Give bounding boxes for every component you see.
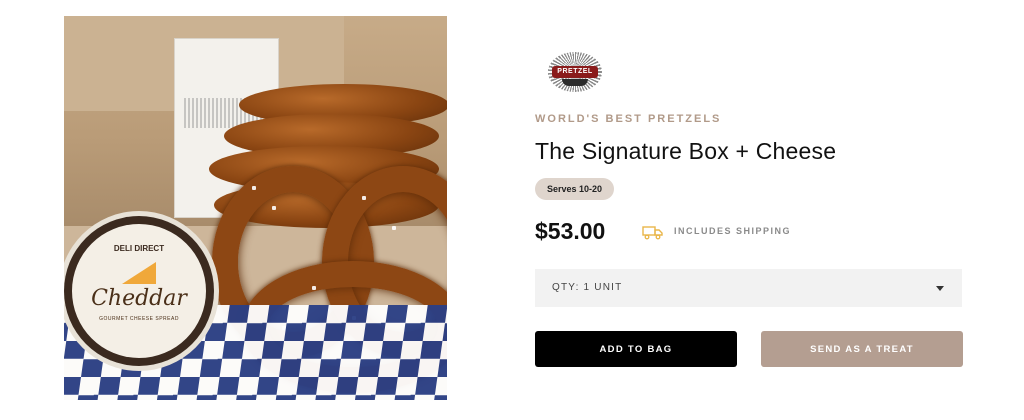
product-image: DELI DIRECT Cheddar GOURMET CHEESE SPREA… xyxy=(64,16,447,400)
cheese-tub-brand: DELI DIRECT xyxy=(113,244,165,253)
truck-icon xyxy=(642,226,663,240)
logo-text: PRETZEL xyxy=(552,66,598,78)
send-as-treat-button[interactable]: SEND AS A TREAT xyxy=(761,331,963,367)
quantity-select[interactable]: QTY: 1 UNIT xyxy=(535,269,962,307)
logo-base xyxy=(562,79,588,86)
brand-logo: PRETZEL xyxy=(548,52,602,92)
add-to-bag-button[interactable]: ADD TO BAG xyxy=(535,331,737,367)
chevron-down-icon xyxy=(936,286,944,291)
shipping-note: INCLUDES SHIPPING xyxy=(674,226,792,236)
serves-badge: Serves 10-20 xyxy=(535,178,615,200)
cheese-tub-flavor: Cheddar xyxy=(91,286,187,311)
product-price: $53.00 xyxy=(535,218,606,244)
quantity-select-value: QTY: 1 UNIT xyxy=(552,282,623,293)
product-eyebrow: WORLD'S BEST PRETZELS xyxy=(535,113,722,125)
cheese-tub: DELI DIRECT Cheddar GOURMET CHEESE SPREA… xyxy=(64,216,214,366)
cheese-wedge-icon xyxy=(122,262,156,284)
product-title: The Signature Box + Cheese xyxy=(535,138,837,164)
cheese-tub-subtitle: GOURMET CHEESE SPREAD xyxy=(99,316,179,322)
